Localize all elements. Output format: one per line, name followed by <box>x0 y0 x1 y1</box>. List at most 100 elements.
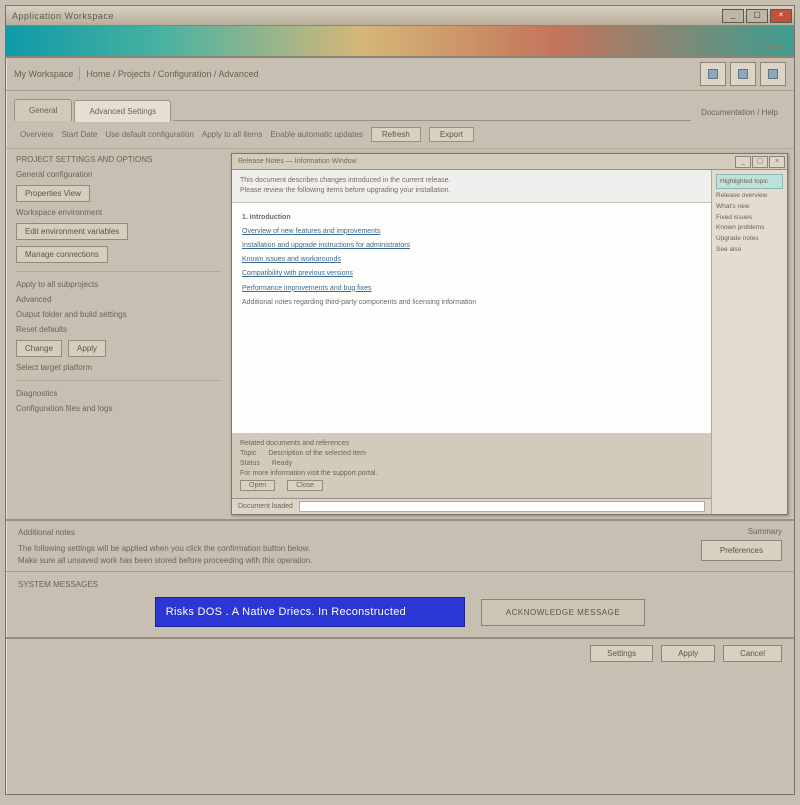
sidebar-item[interactable]: Fixed issues <box>716 214 783 222</box>
footer-buttons: Settings Apply Cancel <box>6 637 794 667</box>
divider <box>16 271 221 272</box>
export-button[interactable]: Export <box>429 127 474 142</box>
inner-max-button[interactable]: ▢ <box>752 156 768 168</box>
field-label: Diagnostics <box>16 389 221 398</box>
properties-button[interactable]: Properties View <box>16 185 90 202</box>
breadcrumb[interactable]: Home / Projects / Configuration / Advanc… <box>86 69 258 79</box>
info-label: Additional notes <box>18 527 693 539</box>
sidebar-item[interactable]: Known problems <box>716 224 783 232</box>
separator <box>79 67 80 81</box>
inner-body: This document describes changes introduc… <box>232 170 787 514</box>
content-section-title: 1. Introduction <box>242 212 701 223</box>
cancel-button[interactable]: Cancel <box>723 645 782 662</box>
inner-header-line: Please review the following items before… <box>240 186 703 196</box>
field-label: Configuration files and logs <box>16 404 221 413</box>
system-message-banner: Risks DOS . A Native Driecs. In Reconstr… <box>155 597 465 627</box>
inner-header: This document describes changes introduc… <box>232 170 711 203</box>
content-link[interactable]: Overview of new features and improvement… <box>242 226 701 237</box>
subbar-item[interactable]: Apply to all items <box>202 130 262 139</box>
inner-close-button2[interactable]: Close <box>287 480 323 491</box>
sidebar-highlight[interactable]: Highlighted topic <box>716 174 783 189</box>
toolbar-title: My Workspace <box>14 69 73 79</box>
info-right: Summary Preferences <box>701 527 782 561</box>
inner-dialog: Release Notes — Information Window _ ▢ ×… <box>231 153 788 515</box>
lower-key: Status <box>240 460 260 467</box>
inner-min-button[interactable]: _ <box>735 156 751 168</box>
main-window: Application Workspace _ ▢ × Options My W… <box>5 5 795 795</box>
field-label: Output folder and build settings <box>16 310 221 319</box>
info-line: Make sure all unsaved work has been stor… <box>18 555 693 567</box>
content-link[interactable]: Installation and upgrade instructions fo… <box>242 240 701 251</box>
subbar-item[interactable]: Enable automatic updates <box>270 130 363 139</box>
env-vars-button[interactable]: Edit environment variables <box>16 223 128 240</box>
sidebar-item[interactable]: Upgrade notes <box>716 235 783 243</box>
left-panel: PROJECT SETTINGS AND OPTIONS General con… <box>6 149 231 519</box>
inner-status-field[interactable] <box>299 501 705 512</box>
acknowledge-button[interactable]: ACKNOWLEDGE MESSAGE <box>481 599 645 626</box>
lower-key: Topic <box>240 450 256 457</box>
inner-close-button[interactable]: × <box>769 156 785 168</box>
lower-value: Ready <box>272 460 292 467</box>
preferences-button[interactable]: Preferences <box>701 540 782 561</box>
content-line: Additional notes regarding third-party c… <box>242 297 701 308</box>
inner-titlebar: Release Notes — Information Window _ ▢ × <box>232 154 787 170</box>
sidebar-item[interactable]: See also <box>716 246 783 254</box>
settings-button[interactable]: Settings <box>590 645 653 662</box>
inner-status-text: Document loaded <box>238 503 293 510</box>
inner-window-controls: _ ▢ × <box>735 156 785 168</box>
toolbar-right-group <box>700 62 786 86</box>
message-header: SYSTEM MESSAGES <box>18 580 782 589</box>
help-link[interactable]: Documentation / Help <box>693 104 786 121</box>
subbar-item[interactable]: Start Date <box>61 130 97 139</box>
inner-statusbar: Document loaded <box>232 498 711 514</box>
sidebar-item[interactable]: Release overview <box>716 192 783 200</box>
change-button[interactable]: Change <box>16 340 62 357</box>
content-link[interactable]: Known issues and workarounds <box>242 254 701 265</box>
close-button[interactable]: × <box>770 9 792 23</box>
apply-left-button[interactable]: Apply <box>68 340 106 357</box>
window-title: Application Workspace <box>12 11 114 21</box>
view-mode-button[interactable] <box>700 62 726 86</box>
info-line: The following settings will be applied w… <box>18 543 693 555</box>
sub-toolbar: Overview Start Date Use default configur… <box>6 121 794 149</box>
inner-lower-panel: Related documents and references TopicDe… <box>232 433 711 498</box>
subbar-item[interactable]: Use default configuration <box>105 130 194 139</box>
titlebar: Application Workspace _ ▢ × <box>6 6 794 26</box>
list-mode-button[interactable] <box>730 62 756 86</box>
summary-label: Summary <box>748 527 782 536</box>
field-label: General configuration <box>16 170 221 179</box>
field-label: Advanced <box>16 295 221 304</box>
sidebar-item[interactable]: What's new <box>716 203 783 211</box>
inner-open-button[interactable]: Open <box>240 480 275 491</box>
lower-header: Related documents and references <box>240 440 703 447</box>
grid-icon <box>708 69 718 79</box>
tab-advanced[interactable]: Advanced Settings <box>74 100 171 122</box>
apply-button[interactable]: Apply <box>661 645 715 662</box>
field-label: Apply to all subprojects <box>16 280 221 289</box>
divider <box>16 380 221 381</box>
inner-content[interactable]: 1. Introduction Overview of new features… <box>232 203 711 433</box>
banner-corner-link[interactable]: Options <box>758 43 786 52</box>
tab-general[interactable]: General <box>14 99 72 121</box>
inner-title-text: Release Notes — Information Window <box>238 158 357 165</box>
subbar-item[interactable]: Overview <box>20 130 53 139</box>
message-section: SYSTEM MESSAGES Risks DOS . A Native Dri… <box>6 571 794 637</box>
maximize-button[interactable]: ▢ <box>746 9 768 23</box>
refresh-button[interactable]: Refresh <box>371 127 421 142</box>
main-toolbar: My Workspace Home / Projects / Configura… <box>6 58 794 91</box>
tab-spacer <box>173 120 691 121</box>
connections-button[interactable]: Manage connections <box>16 246 108 263</box>
message-row: Risks DOS . A Native Driecs. In Reconstr… <box>18 597 782 627</box>
gear-icon <box>768 69 778 79</box>
field-label: Select target platform <box>16 363 221 372</box>
content-link[interactable]: Compatibility with previous versions <box>242 268 701 279</box>
main-body: PROJECT SETTINGS AND OPTIONS General con… <box>6 149 794 519</box>
inner-sidebar: Highlighted topic Release overview What'… <box>711 170 787 514</box>
section-header: PROJECT SETTINGS AND OPTIONS <box>16 155 221 164</box>
options-button[interactable] <box>760 62 786 86</box>
content-link[interactable]: Performance improvements and bug fixes <box>242 283 701 294</box>
list-icon <box>738 69 748 79</box>
window-controls: _ ▢ × <box>722 9 792 23</box>
header-banner: Options <box>6 26 794 58</box>
minimize-button[interactable]: _ <box>722 9 744 23</box>
